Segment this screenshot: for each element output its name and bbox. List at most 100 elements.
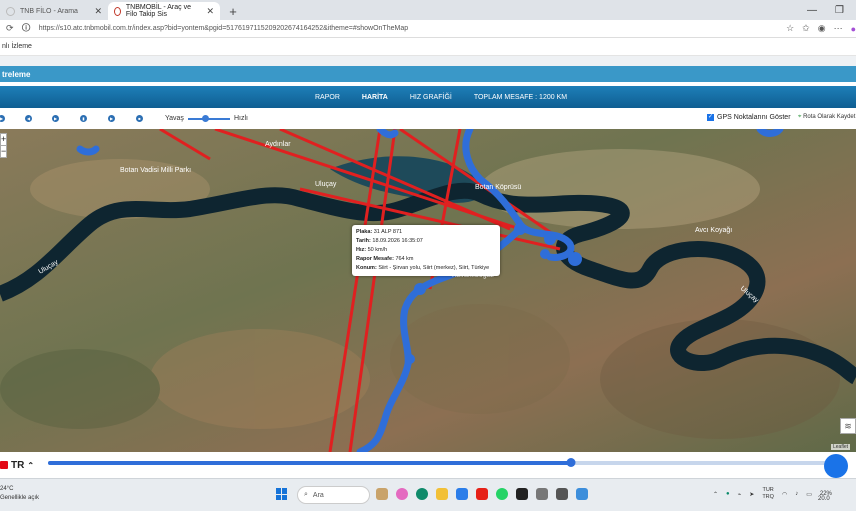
report-menu: RAPOR HARİTA HIZ GRAFİĞİ TOPLAM MESAFE :…: [0, 86, 856, 108]
step-back-icon[interactable]: ▶: [52, 115, 59, 122]
microphone-icon[interactable]: [536, 488, 548, 500]
media-icon[interactable]: [556, 488, 568, 500]
minimize-icon[interactable]: —: [807, 5, 817, 16]
speed-knob[interactable]: [201, 114, 209, 122]
playback-progress[interactable]: [48, 454, 848, 478]
profile-icon[interactable]: ◉: [818, 23, 826, 34]
windows-taskbar: 24°C Genellikle açık ⌕ Ara ⌃ ● ⌁ ➤ TUR T…: [0, 478, 856, 511]
battery-icon[interactable]: ▭: [806, 491, 812, 498]
layers-icon: ≋: [844, 421, 852, 431]
send-icon[interactable]: ➤: [749, 491, 754, 498]
weather-widget[interactable]: 24°C Genellikle açık: [0, 485, 39, 503]
wifi-icon[interactable]: ◠: [782, 491, 787, 498]
widget-icon[interactable]: [376, 488, 388, 500]
rewind-icon[interactable]: ◀: [25, 115, 32, 122]
address-bar: ⟳ 🛈 https://s10.atc.tnbmobil.com.tr/inde…: [0, 20, 856, 38]
speed-slow-label: Yavaş: [165, 115, 184, 122]
favorite-link[interactable]: nlı İzleme: [2, 43, 32, 50]
tab-favicon-icon: [6, 6, 15, 16]
whatsapp-icon[interactable]: [496, 488, 508, 500]
route-icon: ⌖: [798, 114, 802, 120]
star-icon[interactable]: ☆: [786, 23, 794, 34]
vehicle-info-popup: Plaka: 31 ALP 871 Tarih: 18.09.2026 16:3…: [352, 225, 500, 276]
speed-track[interactable]: [187, 114, 230, 122]
speed-fast-label: Hızlı: [233, 115, 248, 122]
menu-hiz-grafigi[interactable]: HIZ GRAFİĞİ: [410, 94, 452, 101]
gps-label: GPS Noktalarını Göster: [717, 114, 791, 121]
file-explorer-icon[interactable]: [436, 488, 448, 500]
refresh-icon[interactable]: ⟳: [6, 23, 14, 34]
map-label-valley: Avcı Koyağı: [695, 227, 732, 234]
language-top: TUR: [762, 487, 774, 493]
play-icon[interactable]: ▶: [0, 115, 5, 122]
maximize-icon[interactable]: ❐: [835, 5, 844, 16]
tab-favicon-icon: [114, 6, 121, 16]
input-language[interactable]: TUR TRQ: [762, 487, 774, 501]
attribution-link[interactable]: Leaflet: [833, 444, 848, 450]
menu-toplam-mesafe: TOPLAM MESAFE : 1200 KM: [473, 93, 568, 101]
section-header: treleme: [0, 66, 856, 82]
popup-date: Tarih: 18.09.2026 16:35:07: [356, 238, 423, 244]
playback-controls: ▶ ◀ ▶ ▮ ▶ ■ Yavaş Hızlı ✓ GPS Noktaların…: [0, 108, 856, 130]
menu-harita[interactable]: HARİTA: [362, 94, 388, 101]
tray-app-icon[interactable]: ●: [726, 491, 730, 497]
menu-rapor[interactable]: RAPOR: [315, 94, 340, 101]
save-route-button[interactable]: ⌖ Rota Olarak Kaydet: [798, 114, 855, 121]
step-forward-icon[interactable]: ▶: [108, 115, 115, 122]
network-icon[interactable]: ⌁: [738, 491, 742, 498]
gps-checkbox[interactable]: ✓: [707, 114, 714, 121]
tab-tnbmobil[interactable]: TNBMOBİL - Araç ve Filo Takip Sis ✕: [108, 2, 220, 20]
popup-speed: Hız: 50 km/h: [356, 247, 388, 253]
clock[interactable]: 20.0: [818, 496, 830, 502]
start-button[interactable]: [276, 488, 288, 500]
flag-tr-icon: [0, 461, 8, 469]
capcut-icon[interactable]: [516, 488, 528, 500]
section-title: treleme: [2, 69, 31, 79]
site-info-icon[interactable]: 🛈: [22, 21, 31, 37]
favorites-icon[interactable]: ✩: [802, 23, 810, 34]
popup-plate: Plaka: 31 ALP 871: [356, 229, 403, 235]
temperature: 24°C: [0, 486, 14, 492]
zoom-out-button[interactable]: −: [1, 145, 6, 157]
map-label-park: Botan Vadisi Milli Parkı: [120, 167, 191, 174]
search-placeholder: Ara: [312, 491, 324, 499]
popup-location: Konum: Siirt - Şirvan yolu, Siirt (merke…: [356, 265, 490, 271]
language-bottom: TRQ: [762, 494, 774, 500]
map-view[interactable]: Botan Vadisi Milli Parkı Uluçay Uluçay U…: [0, 129, 856, 452]
tray-chevron-icon[interactable]: ⌃: [713, 491, 718, 498]
store-icon[interactable]: [456, 488, 468, 500]
playback-knob[interactable]: [566, 458, 576, 467]
close-icon[interactable]: ✕: [206, 6, 214, 17]
map-attribution[interactable]: Leaflet: [830, 444, 850, 450]
chat-button[interactable]: [824, 454, 848, 478]
photos-icon[interactable]: [576, 488, 588, 500]
browser-tab-bar: TNB FİLO - Arama ✕ TNBMOBİL - Araç ve Fi…: [0, 0, 856, 20]
taskbar-apps: [376, 488, 588, 500]
zoom-control: + −: [0, 133, 7, 158]
menu-dots-icon[interactable]: ⋯: [834, 23, 843, 34]
close-icon[interactable]: ✕: [94, 6, 102, 17]
copilot-app-icon[interactable]: [396, 488, 408, 500]
edge-icon[interactable]: [416, 488, 428, 500]
popup-distance: Rapor Mesafe: 764 km: [356, 256, 414, 262]
url-input[interactable]: https://s10.atc.tnbmobil.com.tr/index.as…: [39, 25, 778, 32]
language-selector[interactable]: TR ⌃: [0, 460, 34, 471]
gps-toggle[interactable]: ✓ GPS Noktalarını Göster: [707, 114, 791, 121]
chevron-up-icon: ⌃: [27, 460, 35, 470]
window-controls: — ❐: [807, 5, 856, 16]
speed-slider[interactable]: Yavaş Hızlı: [165, 114, 248, 122]
youtube-icon[interactable]: [476, 488, 488, 500]
volume-icon[interactable]: ♪: [795, 491, 798, 497]
copilot-icon[interactable]: ●: [851, 24, 856, 34]
map-label-village: Aydınlar: [265, 141, 291, 148]
pause-icon[interactable]: ▮: [80, 115, 87, 122]
save-route-label: Rota Olarak Kaydet: [803, 114, 856, 120]
map-label-river-1: Uluçay: [315, 181, 337, 188]
new-tab-button[interactable]: +: [224, 4, 242, 19]
zoom-in-button[interactable]: +: [1, 134, 6, 145]
layers-button[interactable]: ≋: [840, 418, 856, 434]
tab-tnb-filo[interactable]: TNB FİLO - Arama ✕: [0, 2, 108, 20]
stop-icon[interactable]: ■: [136, 115, 143, 122]
taskbar-search[interactable]: ⌕ Ara: [297, 486, 370, 504]
favorites-bar: nlı İzleme: [0, 38, 856, 56]
